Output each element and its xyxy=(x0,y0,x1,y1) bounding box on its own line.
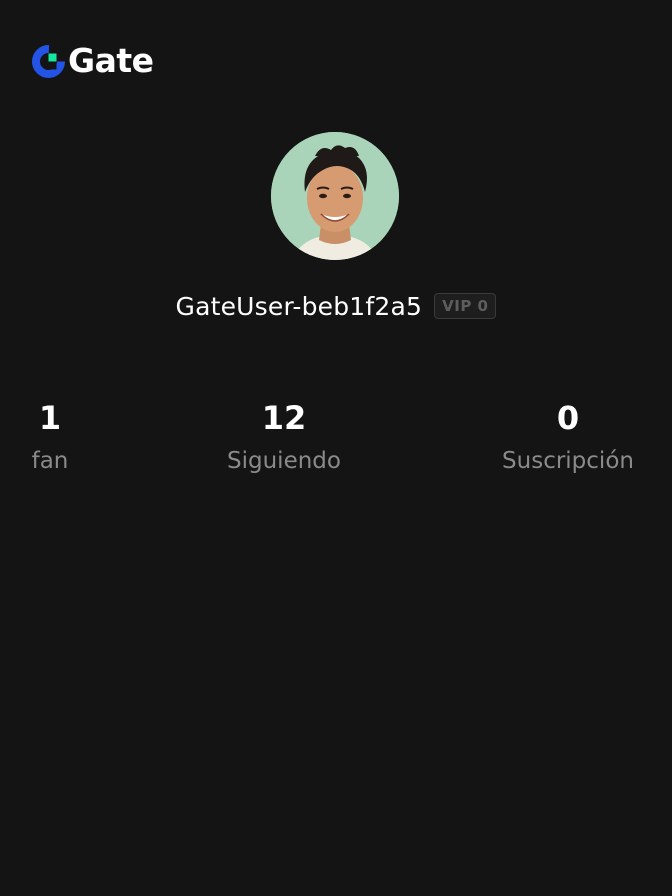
stat-value: 0 xyxy=(556,399,580,437)
stat-following[interactable]: 12 Siguiendo xyxy=(184,396,384,478)
avatar[interactable] xyxy=(271,132,399,260)
user-info: GateUser-beb1f2a5 VIP 0 xyxy=(0,286,672,326)
stat-fans[interactable]: 1 fan xyxy=(0,396,150,478)
stat-value: 12 xyxy=(261,399,307,437)
stat-label: Siguiendo xyxy=(227,448,341,474)
avatar-image xyxy=(271,132,399,260)
stat-value: 1 xyxy=(38,399,62,437)
stat-subscriptions[interactable]: 0 Suscripción xyxy=(468,396,668,478)
stat-label: Suscripción xyxy=(502,448,634,474)
gate-logo[interactable]: Gate xyxy=(32,44,154,78)
brand-name: Gate xyxy=(68,41,154,80)
username: GateUser-beb1f2a5 xyxy=(175,291,423,321)
vip-badge[interactable]: VIP 0 xyxy=(434,293,497,319)
stat-label: fan xyxy=(31,448,69,474)
gate-logo-icon xyxy=(32,44,65,78)
